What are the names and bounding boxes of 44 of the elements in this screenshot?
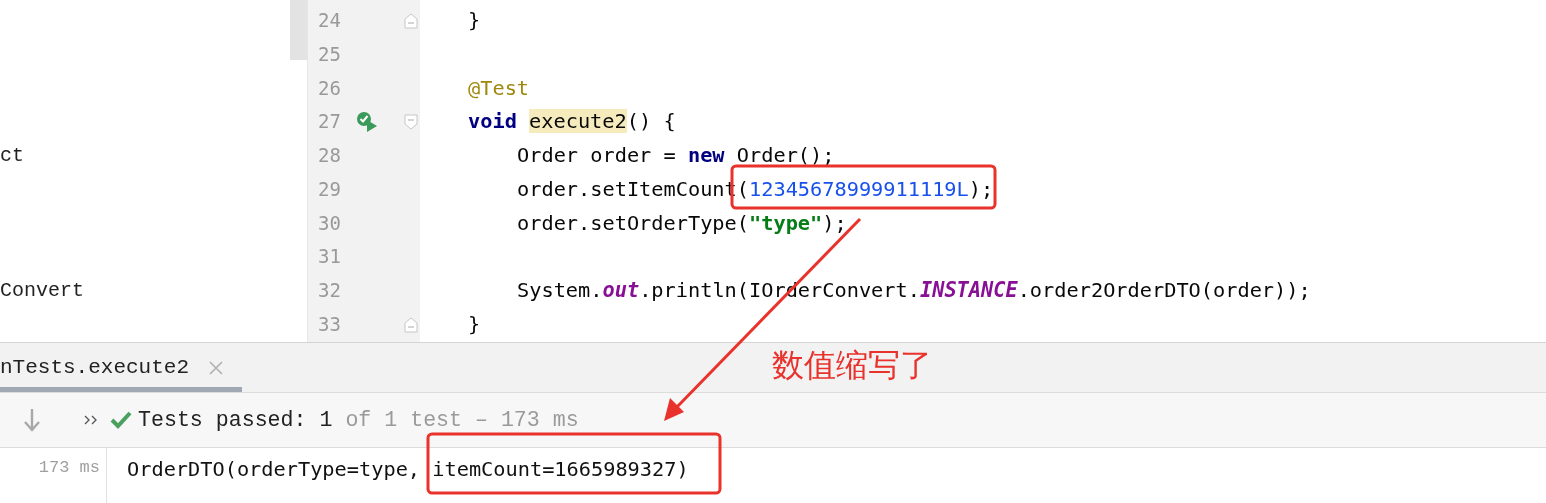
line-number: 28 (318, 144, 341, 167)
keyword: void (468, 109, 518, 134)
code-text: () { (626, 109, 676, 134)
line-number: 25 (318, 42, 341, 65)
tests-status: Tests passed: 1 (138, 408, 333, 432)
close-icon[interactable] (209, 360, 224, 375)
test-duration: 173 ms (38, 458, 100, 477)
code-text: } (468, 8, 481, 32)
line-number: 26 (318, 76, 341, 99)
fold-icon[interactable] (404, 114, 418, 131)
fold-icon[interactable] (404, 13, 418, 29)
annotation-text: 数值缩写了 (772, 345, 932, 386)
line-number: 30 (318, 211, 341, 234)
code-text: Order order = (517, 143, 677, 168)
line-number: 29 (318, 177, 341, 200)
down-arrow-icon[interactable] (23, 408, 41, 432)
line-number: 27 (318, 110, 341, 133)
string-literal: "type" (749, 210, 823, 235)
fold-icon[interactable] (404, 316, 418, 333)
annotation-text: @Test (468, 75, 530, 100)
line-number: 24 (318, 9, 341, 31)
number-literal: 12345678999911119L (749, 176, 969, 201)
static-field: INSTANCE (919, 278, 1018, 303)
code-text: ); (968, 176, 994, 201)
code-text: Order(); (735, 143, 835, 168)
line-number: 32 (318, 279, 341, 302)
more-icon[interactable] (84, 415, 98, 425)
code-text: ); (822, 210, 847, 235)
code-text: } (468, 311, 481, 336)
code-text: System. (517, 278, 603, 303)
check-icon (110, 411, 132, 429)
static-field: out (602, 278, 640, 303)
keyword: new (687, 143, 725, 168)
code-text: .order2OrderDTO(order)); (1017, 278, 1311, 303)
line-number: 31 (318, 245, 341, 268)
scrollbar-thumb[interactable] (290, 0, 307, 60)
method-name: execute2 (529, 109, 627, 134)
code-text: order.setOrderType( (517, 210, 749, 235)
line-number: 33 (318, 312, 341, 335)
tree-item[interactable]: Convert (0, 273, 84, 308)
run-test-icon[interactable] (356, 111, 378, 134)
tree-item[interactable]: ct (0, 139, 24, 173)
console-output: OrderDTO(orderType=type, itemCount=1665989327) (127, 457, 689, 481)
tests-detail: of 1 test – 173 ms (345, 408, 579, 432)
